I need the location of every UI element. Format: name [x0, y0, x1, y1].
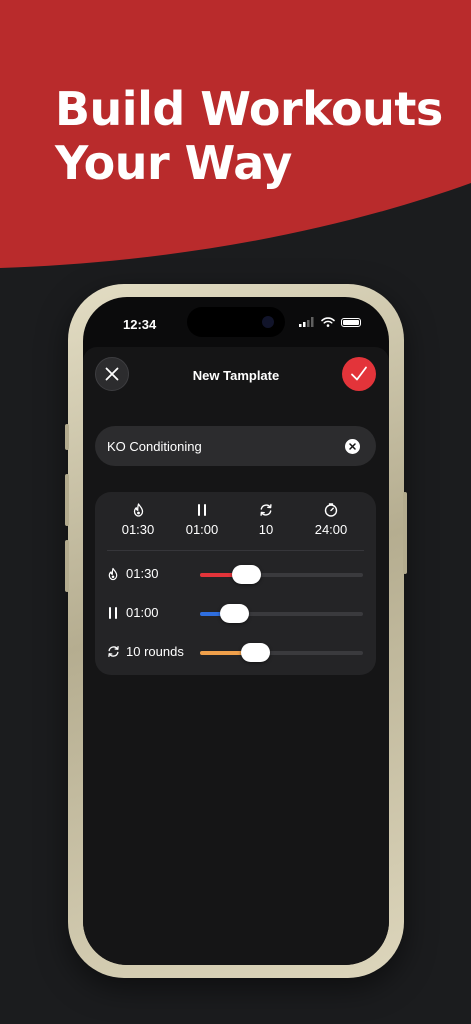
rest-duration-row: 01:00 [95, 601, 376, 625]
rest-duration-slider[interactable] [200, 604, 363, 623]
phone-action-button [65, 424, 69, 450]
work-duration-label: 01:30 [126, 566, 159, 581]
summary-work-value: 01:30 [121, 522, 155, 537]
phone-volume-down-button [65, 540, 69, 592]
stopwatch-icon [324, 503, 338, 517]
flame-icon [133, 503, 143, 517]
battery-icon [341, 317, 361, 327]
summary-rest: 01:00 [172, 503, 232, 537]
summary-total-value: 24:00 [314, 522, 348, 537]
rounds-row: 10 rounds [95, 640, 376, 664]
new-template-sheet: New Tamplate 01:30 [83, 347, 389, 965]
battery-fill [343, 319, 359, 325]
dynamic-island [187, 307, 285, 337]
work-duration-thumb[interactable] [231, 565, 261, 584]
status-time: 12:34 [123, 317, 157, 332]
phone-volume-up-button [65, 474, 69, 526]
repeat-icon [260, 504, 272, 516]
summary-total: 24:00 [301, 503, 361, 537]
rounds-label: 10 rounds [126, 644, 184, 659]
clear-x-icon [349, 443, 356, 450]
camera-icon [262, 316, 274, 328]
confirm-button[interactable] [342, 357, 376, 391]
clear-text-button[interactable] [345, 439, 360, 454]
repeat-icon [108, 646, 119, 657]
rounds-thumb[interactable] [241, 643, 271, 662]
headline-line-2: Your Way [55, 136, 292, 190]
checkmark-icon [351, 366, 367, 381]
card-divider [107, 550, 364, 551]
wifi-icon [321, 317, 335, 327]
flame-icon [108, 567, 118, 581]
work-duration-slider[interactable] [200, 565, 363, 584]
pause-icon [109, 607, 117, 619]
rounds-slider[interactable] [200, 643, 363, 662]
template-name-input[interactable] [95, 426, 376, 466]
headline: Build Workouts Your Way [55, 82, 443, 190]
phone-power-button [403, 492, 407, 574]
summary-work: 01:30 [108, 503, 168, 537]
summary-rounds-value: 10 [258, 522, 274, 537]
rest-duration-thumb[interactable] [220, 604, 250, 623]
summary-row: 01:30 01:00 10 24:00 [95, 503, 376, 543]
signal-icon [299, 317, 314, 327]
summary-rest-value: 01:00 [185, 522, 219, 537]
summary-rounds: 10 [236, 503, 296, 537]
status-icons [299, 317, 361, 327]
phone-screen: 12:34 New Tamplate KO Conditioning 01:30… [83, 297, 389, 965]
pause-icon [198, 504, 206, 516]
interval-settings-card: 01:30 01:00 10 24:00 01:30 01:00 10 roun… [95, 492, 376, 675]
work-duration-row: 01:30 [95, 562, 376, 586]
headline-line-1: Build Workouts [55, 82, 443, 136]
rest-duration-label: 01:00 [126, 605, 159, 620]
